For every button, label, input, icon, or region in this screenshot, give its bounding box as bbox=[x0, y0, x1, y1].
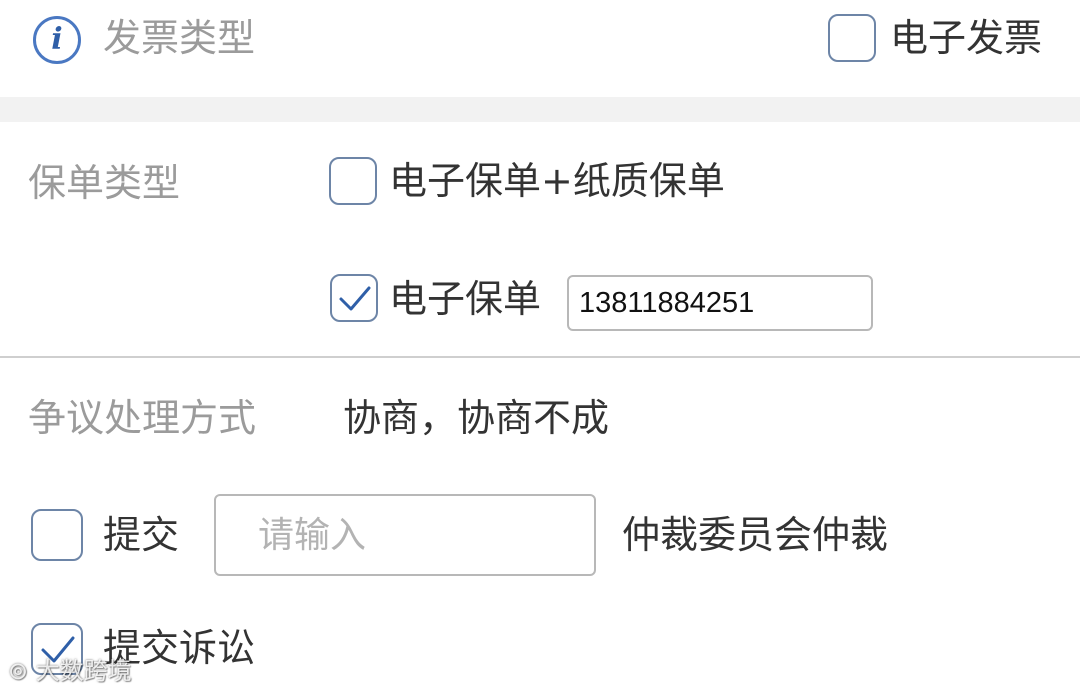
watermark-text: 大数跨境 bbox=[35, 657, 132, 685]
arbitration-prefix-label: 提交 bbox=[103, 513, 180, 557]
watermark-logo-icon: ⊚ bbox=[8, 657, 36, 685]
electronic-policy-checkbox[interactable] bbox=[330, 274, 378, 322]
info-icon[interactable]: i bbox=[33, 16, 81, 64]
policy-type-label: 保单类型 bbox=[28, 161, 181, 205]
watermark: ⊚ 大数跨境 bbox=[8, 656, 132, 686]
dispute-method-value: 协商，协商不成 bbox=[343, 396, 610, 440]
checkmark-icon bbox=[339, 286, 371, 311]
phone-input[interactable]: 13811884251 bbox=[567, 275, 873, 331]
arbitration-suffix-label: 仲裁委员会仲裁 bbox=[622, 513, 889, 557]
section-separator bbox=[0, 97, 1080, 122]
arbitration-checkbox[interactable] bbox=[31, 509, 83, 561]
combined-policy-checkbox[interactable] bbox=[329, 157, 377, 205]
info-icon-glyph: i bbox=[51, 22, 63, 57]
divider bbox=[0, 356, 1080, 358]
electronic-invoice-checkbox[interactable] bbox=[828, 14, 876, 62]
electronic-invoice-label[interactable]: 电子发票 bbox=[890, 14, 1042, 62]
invoice-type-label: 发票类型 bbox=[103, 16, 256, 60]
electronic-policy-label[interactable]: 电子保单 bbox=[389, 275, 541, 323]
combined-policy-label[interactable]: 电子保单+纸质保单 bbox=[389, 157, 725, 205]
dispute-method-label: 争议处理方式 bbox=[28, 396, 257, 440]
arbitration-committee-input[interactable]: 请输入 bbox=[214, 494, 596, 576]
